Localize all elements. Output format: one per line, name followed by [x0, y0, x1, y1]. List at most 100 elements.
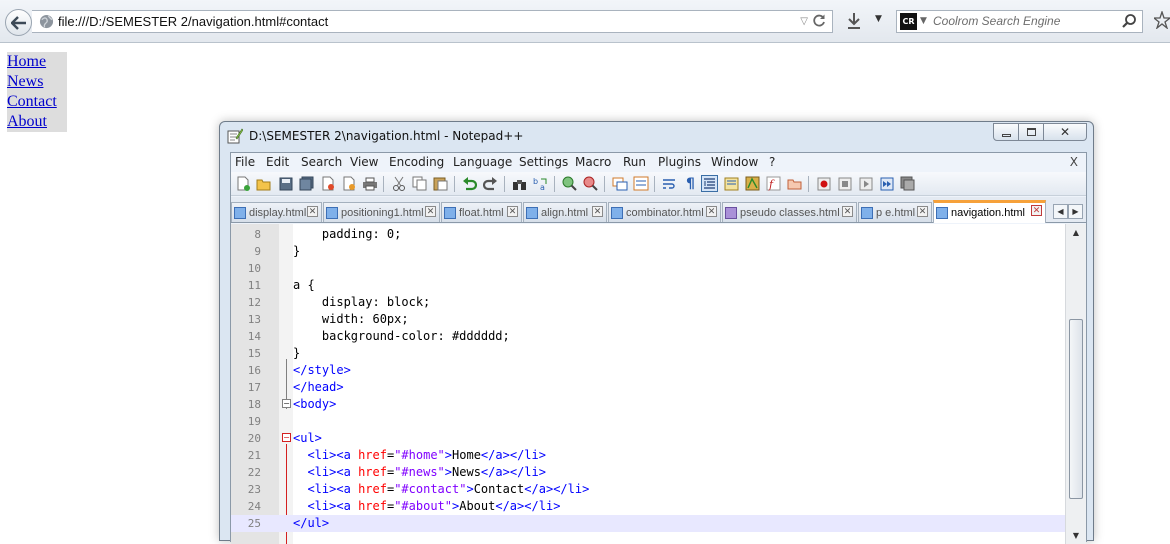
code-line[interactable]: 15} [231, 345, 1065, 362]
code-line[interactable]: 14 background-color: #dddddd; [231, 328, 1065, 345]
show-all-characters-icon[interactable]: ¶ [682, 175, 699, 192]
code-line[interactable]: 19 [231, 413, 1065, 430]
restore-button[interactable] [1019, 123, 1044, 141]
tab-close-icon[interactable]: ✕ [425, 206, 436, 217]
tab-close-icon[interactable]: ✕ [307, 206, 318, 217]
nav-link-contact[interactable]: Contact [7, 92, 67, 112]
nav-link-news[interactable]: News [7, 72, 67, 92]
sync-horizontal-icon[interactable] [632, 175, 649, 192]
new-file-icon[interactable] [234, 175, 251, 192]
code-line[interactable]: 13 width: 60px; [231, 311, 1065, 328]
cut-icon[interactable] [390, 175, 407, 192]
code-line[interactable]: 23 <li><a href="#contact">Contact</a></l… [231, 481, 1065, 498]
tab-align-html[interactable]: align.html ✕ [523, 202, 607, 222]
tab-close-icon[interactable]: ✕ [507, 206, 518, 217]
zoom-in-icon[interactable] [561, 175, 578, 192]
zoom-out-icon[interactable] [582, 175, 599, 192]
menu-view[interactable]: View [350, 155, 378, 169]
menu-window[interactable]: Window [711, 155, 758, 169]
code-line[interactable]: 17 </head> [231, 379, 1065, 396]
document-map-icon[interactable] [744, 175, 761, 192]
code-line[interactable]: 21 <li><a href="#home">Home</a></li> [231, 447, 1065, 464]
tab-pseudo-classes-html[interactable]: pseudo classes.html ✕ [722, 202, 857, 222]
fold-collapse-icon[interactable]: − [282, 433, 291, 442]
menu-plugins[interactable]: Plugins [658, 155, 701, 169]
close-file-icon[interactable] [319, 175, 336, 192]
find-icon[interactable] [511, 175, 528, 192]
user-language-icon[interactable] [723, 175, 740, 192]
menu-help[interactable]: ? [769, 155, 775, 169]
download-icon[interactable] [846, 12, 862, 30]
redo-icon[interactable] [482, 175, 499, 192]
menu-language[interactable]: Language [453, 155, 512, 169]
vertical-scrollbar[interactable]: ▲ ▼ [1065, 224, 1086, 544]
chevron-down-icon[interactable]: ▼ [875, 14, 882, 24]
tab-scroll-right-icon[interactable]: ▶ [1068, 204, 1083, 219]
tab-p-e-html[interactable]: p e.html ✕ [858, 202, 932, 222]
copy-icon[interactable] [411, 175, 428, 192]
menu-run[interactable]: Run [623, 155, 646, 169]
indent-guide-icon[interactable] [701, 175, 718, 192]
tab-combinator-html[interactable]: combinator.html ✕ [608, 202, 721, 222]
nav-link-about[interactable]: About [7, 112, 67, 132]
undo-icon[interactable] [461, 175, 478, 192]
save-all-icon[interactable] [298, 175, 315, 192]
menu-settings[interactable]: Settings [519, 155, 568, 169]
tab-close-icon[interactable]: ✕ [1031, 205, 1042, 216]
macro-record-icon[interactable] [815, 175, 832, 192]
back-button[interactable] [5, 9, 32, 36]
tab-close-icon[interactable]: ✕ [592, 206, 603, 217]
code-line[interactable]: 8 padding: 0; [231, 226, 1065, 243]
tab-float-html[interactable]: float.html ✕ [441, 202, 522, 222]
close-document-button[interactable]: X [1070, 155, 1078, 169]
reload-icon[interactable] [811, 13, 827, 29]
code-line[interactable]: 18 − <body> [231, 396, 1065, 413]
url-history-dropdown-icon[interactable]: ▽ [800, 16, 808, 27]
code-line[interactable]: 20 − <ul> [231, 430, 1065, 447]
macro-stop-icon[interactable] [836, 175, 853, 192]
scrollbar-thumb[interactable] [1069, 319, 1083, 499]
code-line[interactable]: 11 a { [231, 277, 1065, 294]
tab-display-html[interactable]: display.html ✕ [231, 202, 322, 222]
fold-collapse-icon[interactable]: − [282, 399, 291, 408]
bookmark-star-icon[interactable] [1154, 11, 1170, 29]
search-engine-dropdown-icon[interactable]: ▼ [920, 16, 927, 26]
scroll-down-icon[interactable]: ▼ [1066, 527, 1086, 544]
search-engine-icon[interactable]: CR [900, 13, 917, 30]
replace-icon[interactable]: ba [532, 175, 549, 192]
minimize-button[interactable] [993, 123, 1019, 141]
tab-close-icon[interactable]: ✕ [706, 206, 717, 217]
close-button[interactable]: ✕ [1044, 123, 1087, 141]
code-editor[interactable]: 8 padding: 0; 9} 10 11 a { 12 display: bl… [231, 224, 1086, 544]
function-list-icon[interactable]: f [765, 175, 782, 192]
code-line[interactable]: 9} [231, 243, 1065, 260]
save-icon[interactable] [277, 175, 294, 192]
tab-close-icon[interactable]: ✕ [842, 206, 853, 217]
code-line[interactable]: 22 <li><a href="#news">News</a></li> [231, 464, 1065, 481]
search-bar[interactable]: CR ▼ Coolrom Search Engine [896, 10, 1143, 33]
code-line-current[interactable]: 25 </ul> [231, 515, 1065, 532]
open-folder-icon[interactable] [255, 175, 272, 192]
menu-macro[interactable]: Macro [575, 155, 611, 169]
macro-run-multiple-icon[interactable] [878, 175, 895, 192]
macro-play-icon[interactable] [857, 175, 874, 192]
close-all-icon[interactable] [340, 175, 357, 192]
folder-workspace-icon[interactable] [786, 175, 803, 192]
code-line[interactable]: 10 [231, 260, 1065, 277]
tab-scroll-left-icon[interactable]: ◀ [1053, 204, 1068, 219]
menu-search[interactable]: Search [301, 155, 342, 169]
code-line[interactable]: 24 <li><a href="#about">About</a></li> [231, 498, 1065, 515]
code-line[interactable]: 12 display: block; [231, 294, 1065, 311]
scroll-up-icon[interactable]: ▲ [1066, 224, 1086, 241]
tab-positioning1-html[interactable]: positioning1.html ✕ [323, 202, 440, 222]
search-placeholder[interactable]: Coolrom Search Engine [933, 14, 1060, 28]
tab-close-icon[interactable]: ✕ [917, 206, 928, 217]
code-line[interactable]: 16 </style> [231, 362, 1065, 379]
print-icon[interactable] [361, 175, 378, 192]
word-wrap-icon[interactable] [661, 175, 678, 192]
window-title-bar[interactable]: D:\SEMESTER 2\navigation.html - Notepad+… [220, 122, 1093, 152]
address-bar[interactable]: file:///D:/SEMESTER 2/navigation.html#co… [32, 10, 833, 33]
nav-link-home[interactable]: Home [7, 52, 67, 72]
menu-file[interactable]: File [235, 155, 255, 169]
search-icon[interactable] [1121, 13, 1137, 29]
